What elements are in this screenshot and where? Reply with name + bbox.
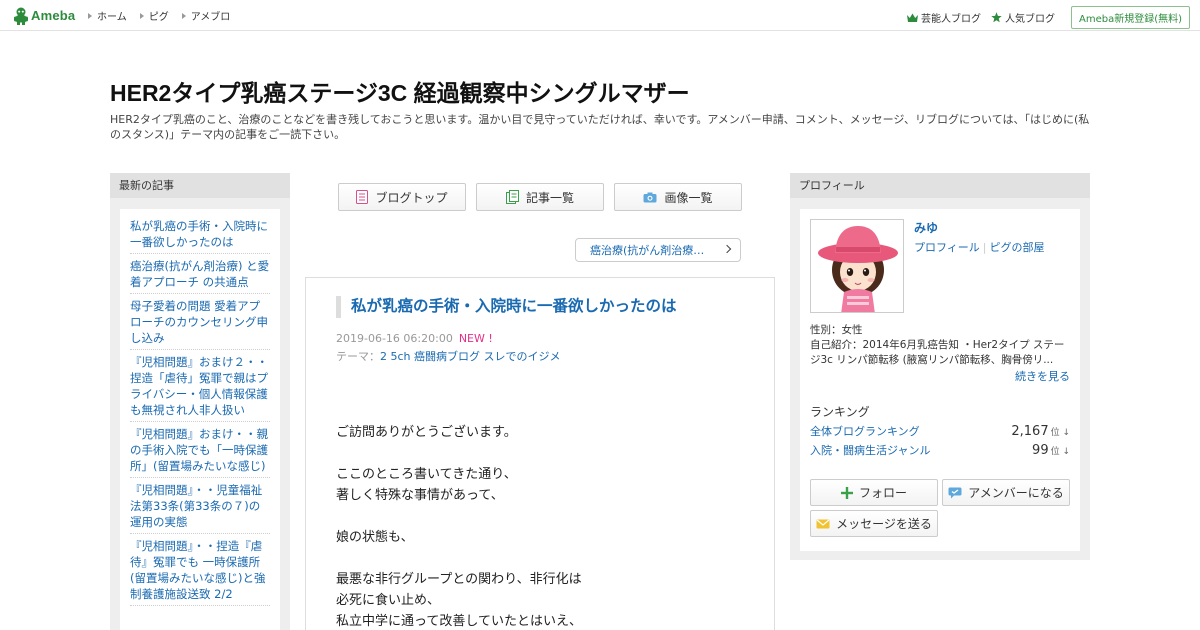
global-nav: ホーム ピグ アメブロ — [88, 8, 243, 23]
ameba-logo-icon — [14, 7, 28, 25]
star-icon — [991, 12, 1002, 23]
recent-entry-link[interactable]: 『児相問題』おまけ・・親の手術入院でも「一時保護所」(留置場みたいな感じ) — [130, 427, 268, 473]
entry-theme-link[interactable]: 2 5ch 癌闘病ブログ スレでのイジメ — [380, 350, 561, 363]
body-paragraph: 娘の状態も、 — [336, 530, 414, 545]
profile-intro: 自己紹介：2014年6月乳癌告知 ・Her2タイプ ステージ3c リンパ節転移 … — [810, 339, 1065, 366]
triangle-right-icon — [88, 12, 92, 19]
profile-links: プロフィール | ピグの部屋 — [914, 239, 1045, 255]
signup-button[interactable]: Ameba新規登録(無料) — [1070, 6, 1190, 29]
send-message-button[interactable]: メッセージを送る — [810, 510, 938, 537]
nav-ameblo[interactable]: アメブロ — [181, 8, 230, 23]
profile-info: 性別：女性 自己紹介：2014年6月乳癌告知 ・Her2タイプ ステージ3c リ… — [810, 323, 1072, 368]
amember-button[interactable]: アメンバーになる — [942, 479, 1070, 506]
ranking-link[interactable]: 入院・闘病生活ジャンル — [810, 442, 930, 458]
entry-title[interactable]: 私が乳癌の手術・入院時に一番欲しかったのは — [336, 296, 746, 318]
follow-button[interactable]: フォロー — [810, 479, 938, 506]
list-item: 『児相問題』・・児童福祉法第33条(第33条の７)の運用の実態 — [130, 478, 270, 534]
profile-panel: プロフィール みゆ プロフィール | ピグの部屋 性別：女性 自己紹介：2014… — [790, 173, 1090, 560]
blog-title[interactable]: HER2タイプ乳癌ステージ3C 経過観察中シングルマザー — [110, 74, 690, 108]
recent-entry-link[interactable]: 母子愛着の問題 愛着アプローチのカウンセリング申し込み — [130, 299, 268, 345]
ranking-value-wrap: 2,167 位 ↓ — [1011, 424, 1070, 439]
new-badge: NEW ! — [458, 332, 493, 345]
ranking-unit: 位 ↓ — [1050, 428, 1070, 438]
recent-entries-title: 最新の記事 — [110, 173, 290, 198]
triangle-right-icon — [181, 12, 186, 19]
ranking-row: 入院・闘病生活ジャンル 99 位 ↓ — [810, 442, 1070, 458]
list-item: 私が乳癌の手術・入院時に一番欲しかったのは — [130, 217, 270, 254]
document-icon — [356, 190, 369, 204]
ranking-unit: 位 ↓ — [1050, 447, 1070, 457]
recent-entry-link[interactable]: 『児相問題』おまけ２・・捏造「虐待」冤罪で親はプライバシー・個人情報保護も無視さ… — [130, 355, 268, 417]
speech-bubble-icon — [948, 487, 962, 498]
ameba-logo[interactable]: Ameba — [13, 6, 75, 25]
entry-theme: テーマ：2 5ch 癌闘病ブログ スレでのイジメ — [336, 350, 561, 363]
entry-date: 2019-06-16 06:20:00 NEW ! — [336, 332, 493, 345]
image-list-button[interactable]: 画像一覧 — [614, 183, 742, 211]
crown-icon — [906, 13, 918, 22]
blog-top-button[interactable]: ブログトップ — [338, 183, 466, 211]
nav-pigg[interactable]: ピグ — [139, 8, 169, 23]
recent-entry-link[interactable]: 『児相問題』・・捏造『虐待』冤罪でも 一時保護所(留置場みたいな感じ)と強制養護… — [130, 539, 265, 601]
entry-body: ご訪問ありがとうございます。 ここのところ書いてきた通り、 著しく特殊な事情があ… — [336, 422, 746, 630]
ranking-value: 99 — [1032, 443, 1049, 458]
profile-box: みゆ プロフィール | ピグの部屋 性別：女性 自己紹介：2014年6月乳癌告知 ・… — [800, 209, 1080, 551]
recent-entry-link[interactable]: 私が乳癌の手術・入院時に一番欲しかったのは — [130, 219, 268, 249]
recent-entry-link[interactable]: 癌治療(抗がん剤治療) と愛着アプローチ の共通点 — [130, 259, 269, 289]
avatar-image — [818, 226, 898, 312]
list-item: 癌治療(抗がん剤治療) と愛着アプローチ の共通点 — [130, 254, 270, 294]
recent-entries-list: 私が乳癌の手術・入院時に一番欲しかったのは 癌治療(抗がん剤治療) と愛着アプロ… — [120, 209, 280, 630]
read-more-link[interactable]: 続きを見る — [1015, 368, 1070, 384]
list-item: 『児相問題』・・捏造『虐待』冤罪でも 一時保護所(留置場みたいな感じ)と強制養護… — [130, 534, 270, 606]
profile-name[interactable]: みゆ — [914, 219, 938, 236]
blog-description: HER2タイプ乳癌のこと、治療のことなどを書き残しておこうと思います。温かい目で… — [110, 113, 1090, 141]
popular-blog-link[interactable]: 人気ブログ — [991, 10, 1055, 25]
nav-home[interactable]: ホーム — [88, 8, 127, 23]
list-item: 『児相問題』おまけ・・親の手術入院でも「一時保護所」(留置場みたいな感じ) — [130, 422, 270, 478]
list-item: 母子愛着の問題 愛着アプローチのカウンセリング申し込み — [130, 294, 270, 350]
profile-title: プロフィール — [790, 173, 1090, 198]
envelope-icon — [816, 519, 830, 528]
entry-list-button[interactable]: 記事一覧 — [476, 183, 604, 211]
body-paragraph: ご訪問ありがとうございます。 — [336, 425, 517, 440]
ranking-row: 全体ブログランキング 2,167 位 ↓ — [810, 423, 1070, 439]
camera-icon — [643, 192, 657, 202]
pigg-room-link[interactable]: ピグの部屋 — [990, 241, 1045, 254]
celebrity-blog-link[interactable]: 芸能人ブログ — [906, 10, 981, 25]
ranking-value-wrap: 99 位 ↓ — [1032, 443, 1070, 458]
divider: | — [982, 241, 987, 254]
header-right-links: 芸能人ブログ 人気ブログ Ameba新規登録(無料) — [906, 6, 1190, 29]
plus-icon — [840, 486, 853, 499]
recent-entry-link[interactable]: 『児相問題』・・児童福祉法第33条(第33条の７)の運用の実態 — [130, 483, 262, 529]
theme-next-link[interactable]: 癌治療(抗がん剤治療… — [575, 238, 741, 262]
chevron-right-icon — [722, 244, 732, 254]
ranking-title: ランキング — [810, 405, 870, 419]
global-header: Ameba ホーム ピグ アメブロ 芸能人ブログ 人気ブログ Ameba新規登録… — [0, 0, 1200, 31]
list-item: 『児相問題』おまけ２・・捏造「虐待」冤罪で親はプライバシー・個人情報保護も無視さ… — [130, 350, 270, 422]
article-entry: 私が乳癌の手術・入院時に一番欲しかったのは 2019-06-16 06:20:0… — [305, 277, 775, 630]
ranking-value: 2,167 — [1011, 424, 1049, 439]
body-paragraph: 最悪な非行グループとの関わり、非行化は 必死に食い止め、 私立中学に通って改善し… — [336, 572, 582, 629]
ranking-link[interactable]: 全体ブログランキング — [810, 423, 920, 439]
copy-icon — [505, 190, 519, 204]
recent-entries-panel: 最新の記事 私が乳癌の手術・入院時に一番欲しかったのは 癌治療(抗がん剤治療) … — [110, 173, 290, 630]
avatar[interactable] — [810, 219, 904, 313]
logo-text: Ameba — [31, 8, 76, 23]
body-paragraph: ここのところ書いてきた通り、 著しく特殊な事情があって、 — [336, 467, 517, 503]
profile-link[interactable]: プロフィール — [914, 241, 980, 254]
triangle-right-icon — [139, 12, 144, 19]
profile-gender: 性別：女性 — [810, 324, 863, 336]
